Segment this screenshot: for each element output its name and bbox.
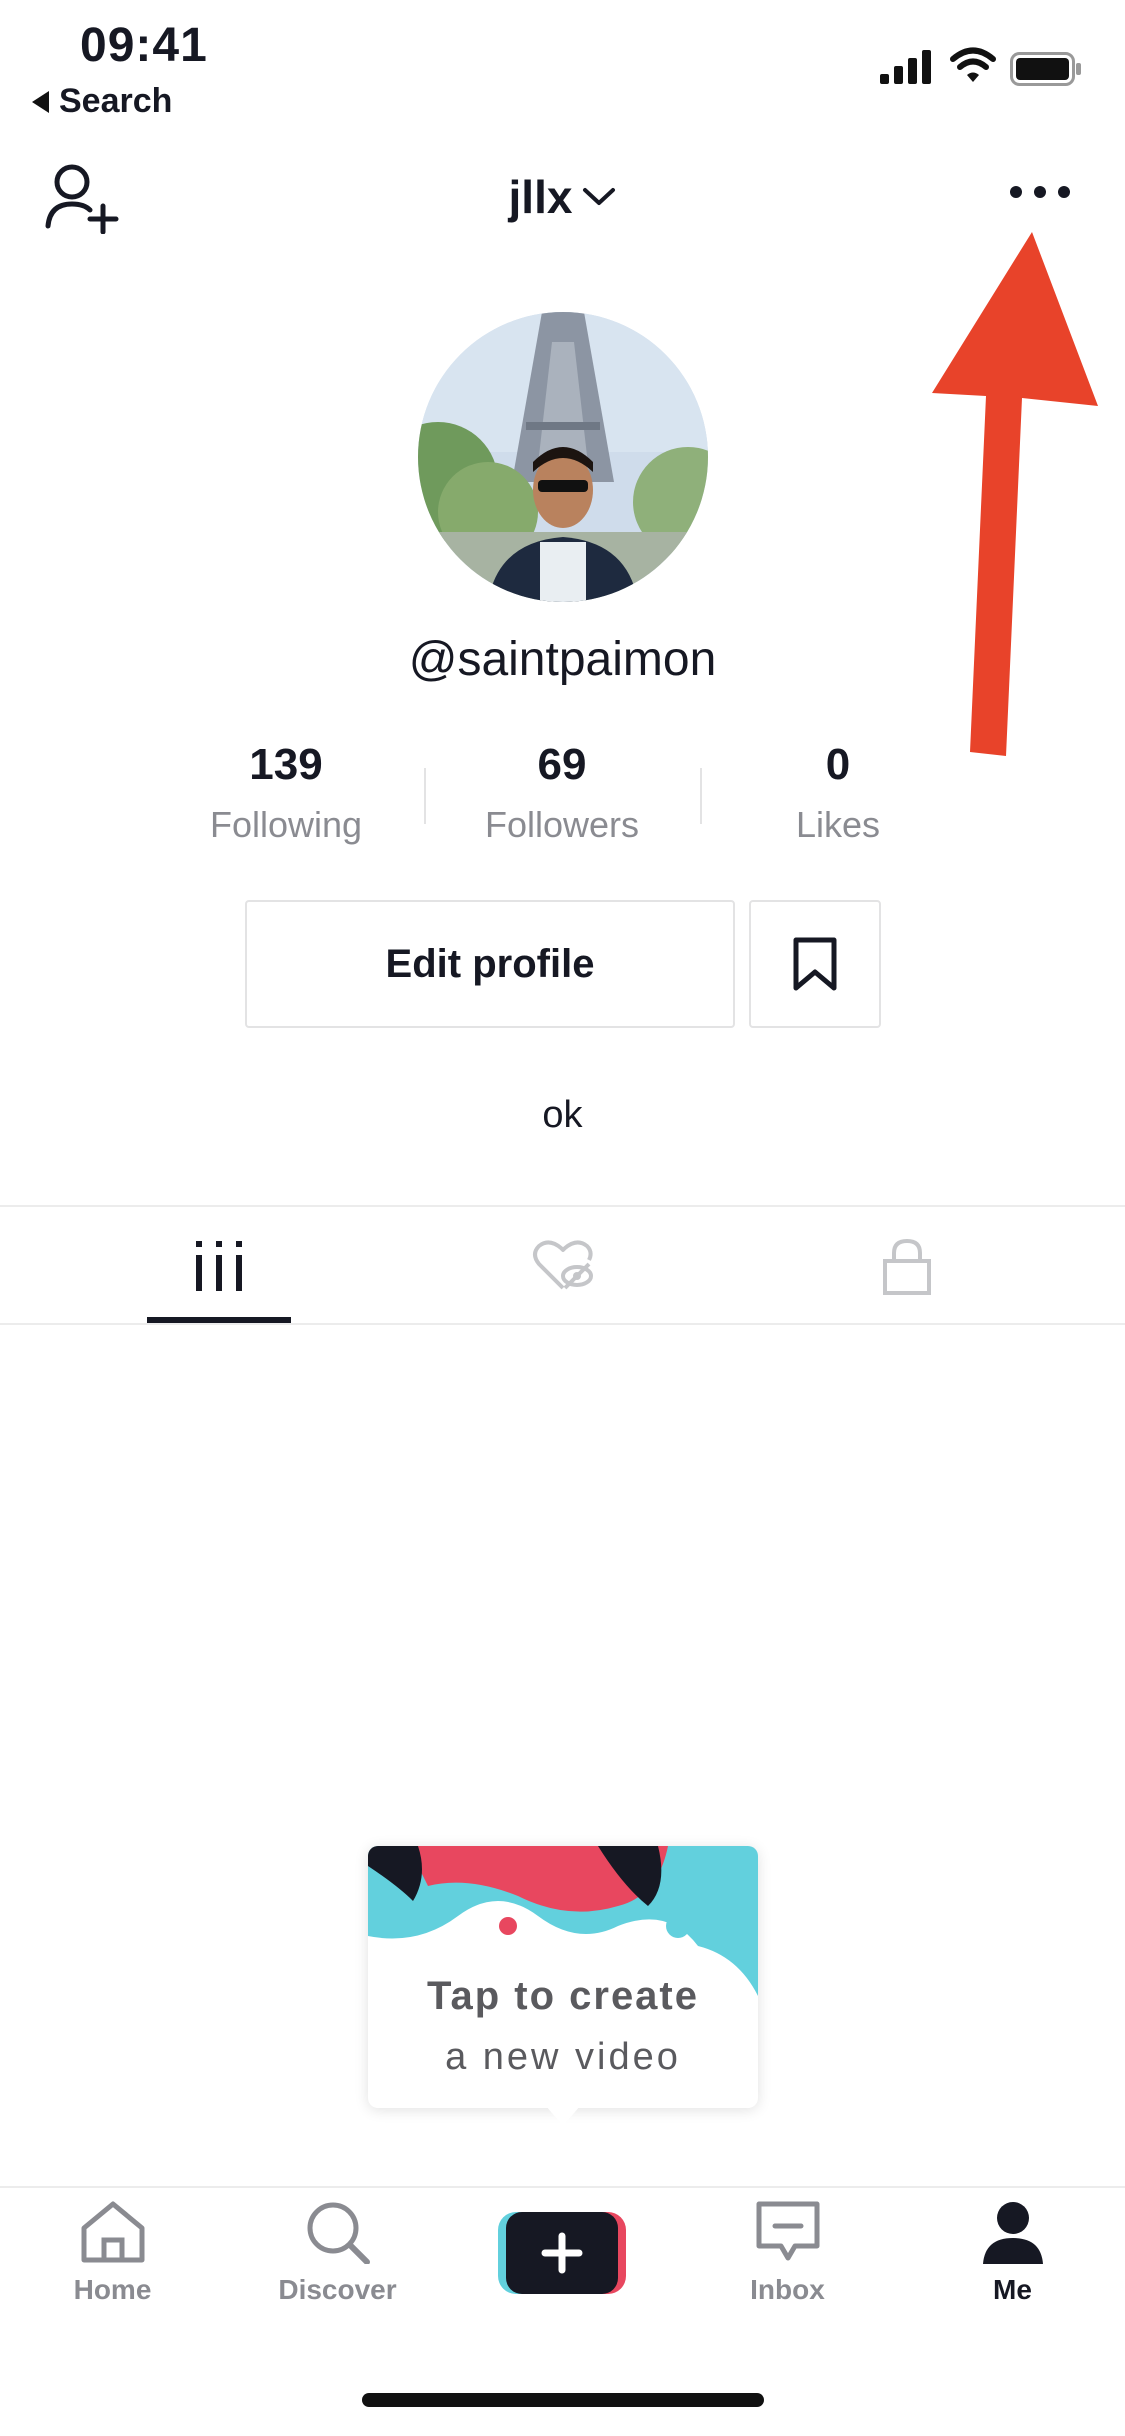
inbox-icon xyxy=(756,2201,819,2261)
bookmark-icon xyxy=(793,937,837,991)
tooltip-pointer xyxy=(546,2106,580,2126)
avatar[interactable] xyxy=(418,312,708,602)
back-label: Search xyxy=(59,82,173,120)
tooltip-title: Tap to create xyxy=(427,1974,699,2018)
followers-count: 69 xyxy=(537,740,587,789)
home-icon xyxy=(81,2201,144,2263)
signal-icon xyxy=(880,50,931,84)
status-time: 09:41 xyxy=(80,19,208,72)
lock-icon xyxy=(882,1238,931,1295)
divider xyxy=(0,1205,1125,1207)
likes-label: Likes xyxy=(795,804,881,845)
nav-discover[interactable]: Discover xyxy=(225,2200,450,2350)
back-triangle-icon xyxy=(32,90,49,113)
nav-discover-label: Discover xyxy=(278,2274,397,2305)
favorites-button[interactable] xyxy=(749,900,881,1028)
annotation-arrow-icon xyxy=(932,232,1098,756)
nav-inbox-label: Inbox xyxy=(750,2274,825,2305)
divider xyxy=(0,1323,1125,1325)
create-button[interactable] xyxy=(498,2212,626,2294)
account-switcher[interactable]: jllx xyxy=(0,170,1125,224)
nav-home[interactable]: Home xyxy=(0,2200,225,2350)
profile-bio: ok xyxy=(542,1094,583,1136)
nav-me[interactable]: Me xyxy=(900,2200,1125,2350)
person-icon xyxy=(982,2202,1043,2264)
tab-liked[interactable] xyxy=(375,1208,750,1323)
profile-handle: @saintpaimon xyxy=(408,633,717,686)
likes-stat[interactable]: 0 Likes xyxy=(738,740,938,846)
search-icon xyxy=(307,2202,370,2264)
tab-private[interactable] xyxy=(719,1208,1094,1323)
more-options-icon[interactable] xyxy=(1010,186,1070,198)
nav-home-label: Home xyxy=(73,2274,152,2305)
following-label: Following xyxy=(209,804,363,845)
tab-videos[interactable] xyxy=(31,1208,406,1323)
stat-divider xyxy=(424,768,426,824)
wifi-icon xyxy=(950,47,996,82)
nav-me-label: Me xyxy=(993,2274,1032,2305)
back-to-search-link[interactable]: Search xyxy=(32,82,172,121)
nav-inbox[interactable]: Inbox xyxy=(675,2200,900,2350)
stat-divider xyxy=(700,768,702,824)
username-title: jllx xyxy=(508,171,573,223)
edit-profile-button[interactable]: Edit profile xyxy=(245,900,735,1028)
battery-icon xyxy=(1010,52,1081,86)
followers-stat[interactable]: 69 Followers xyxy=(462,740,662,846)
chevron-down-icon xyxy=(583,188,616,205)
divider xyxy=(0,2186,1125,2188)
following-count: 139 xyxy=(249,740,323,789)
grid-icon xyxy=(195,1240,242,1291)
likes-count: 0 xyxy=(825,740,851,789)
liked-hidden-icon xyxy=(532,1240,593,1289)
create-video-tooltip[interactable]: Tap to create a new video xyxy=(368,1846,758,2108)
home-indicator xyxy=(362,2393,764,2407)
tooltip-subtitle: a new video xyxy=(445,2036,681,2078)
followers-label: Followers xyxy=(484,804,640,845)
following-stat[interactable]: 139 Following xyxy=(186,740,386,846)
